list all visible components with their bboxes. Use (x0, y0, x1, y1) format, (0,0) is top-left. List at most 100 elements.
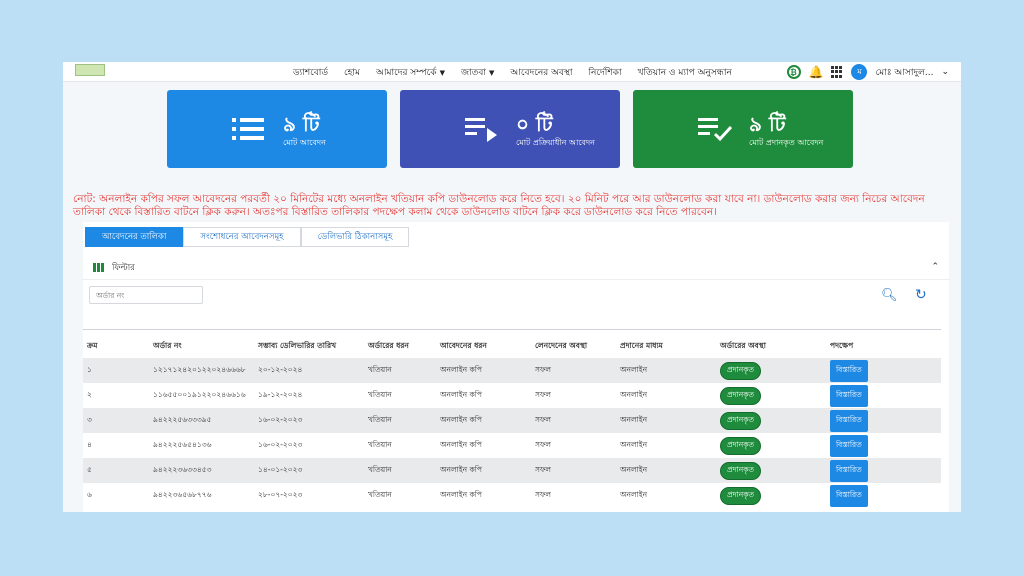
nav-application-status[interactable]: আবেদনের অবস্থা (510, 65, 572, 80)
cell-order-no: ৯৪২২২৫৬৩৩৩৯৫ (149, 408, 254, 433)
col-payment-method: প্রদানের মাধ্যম (620, 341, 663, 350)
cell-serial: ৬ (87, 489, 92, 499)
nav-about-label: আমাদের সম্পর্কে (376, 67, 437, 78)
cell-transaction-status: সফল (531, 358, 616, 383)
top-right-icons: ₿ 🔔 ম মোঃ আসাদুল... ⌄ (786, 63, 949, 81)
nav-services-label: জাতবা (460, 67, 487, 78)
cell-application-type: অনলাইন কপি (436, 458, 531, 483)
user-name[interactable]: মোঃ আসাদুল... (875, 65, 933, 80)
nav-khatian-map-search[interactable]: খতিয়ান ও ম্যাপ অনুসন্ধান (638, 65, 732, 80)
nav-dashboard[interactable]: ড্যাশবোর্ড (293, 65, 328, 80)
cell-payment-method: অনলাইন (616, 358, 716, 383)
table-row: ৩ ৯৪২২২৫৬৩৩৩৯৫ ১৬-০২-২০২৩ খতিয়ান অনলাইন… (83, 408, 941, 433)
cell-application-type: অনলাইন কপি (440, 489, 482, 499)
total-applications-label: মোট আবেদন (283, 138, 326, 147)
details-button[interactable]: বিস্তারিত (830, 384, 868, 407)
applications-panel: আবেদনের তালিকা সংশোধনের আবেদনসমূহ ডেলিভা… (83, 222, 949, 512)
cell-transaction-status: সফল (535, 489, 552, 499)
cell-order-no: ৯৪২২৩৬৫৬৮৭৭৬ (153, 489, 212, 499)
status-badge: প্রদানকৃত (720, 486, 762, 505)
details-button[interactable]: বিস্তারিত (830, 459, 868, 482)
search-icon[interactable]: 🔍︎ (881, 288, 898, 303)
status-badge: প্রদানকৃত (720, 461, 762, 480)
cell-serial: ৪ (87, 439, 92, 449)
delivered-applications-card[interactable]: ৯ টি মোট প্রদানকৃত আবেদন (633, 90, 853, 168)
table-row: ১ ১২১৭১২৪২০১২২০২৪৬৬৬৮ ২০-১২-২০২৪ খতিয়ান… (83, 358, 941, 383)
cell-delivery-date: ১৯-১২-২০২৪ (258, 389, 303, 399)
tab-application-list[interactable]: আবেদনের তালিকা (85, 227, 184, 247)
cell-application-type: অনলাইন কপি (436, 358, 531, 383)
status-badge: প্রদানকৃত (720, 436, 762, 455)
cell-serial: ৫ (83, 458, 149, 483)
cell-order-status: প্রদানকৃত (716, 408, 826, 433)
processing-applications-label: মোট প্রক্রিয়াধীন আবেদন (516, 138, 595, 147)
cell-delivery-date: ২৮-০৭-২০২৩ (258, 489, 303, 499)
cell-order-status: প্রদানকৃত (716, 458, 826, 483)
details-button[interactable]: বিস্তারিত (830, 484, 868, 507)
table-header-row: ক্রম অর্ডার নং সম্ভাব্য ডেলিভারির তারিখ … (83, 336, 941, 358)
cell-payment-method: অনলাইন (620, 439, 648, 449)
playlist-check-icon (698, 118, 732, 142)
refresh-icon[interactable]: ↻ (915, 287, 927, 303)
bell-icon[interactable]: 🔔 (809, 65, 824, 79)
cell-transaction-status: সফল (535, 439, 552, 449)
table-row: ২ ১১৬৫৫০০১৯১২২০২৪৬৬১৬ ১৯-১২-২০২৪ খতিয়ান… (83, 383, 941, 408)
cell-action: বিস্তারিত (826, 408, 941, 433)
cell-delivery-date: ২০-১২-২০২৪ (254, 358, 364, 383)
nav-home[interactable]: হোম (344, 65, 360, 80)
cell-transaction-status: সফল (531, 408, 616, 433)
cell-action: বিস্তারিত (826, 483, 941, 508)
cell-order-no: ৯৪২২২৫৬৫৪১৩৬ (153, 439, 212, 449)
tab-delivery-addresses[interactable]: ডেলিভারি ঠিকানাসমূহ (300, 227, 410, 247)
tab-correction-applications[interactable]: সংশোধনের আবেদনসমূহ (183, 227, 301, 247)
col-delivery-date: সম্ভাব্য ডেলিভারির তারিখ (258, 341, 337, 350)
cell-order-type: খতিয়ান (368, 439, 392, 449)
order-number-input[interactable] (89, 286, 203, 304)
cell-order-type: খতিয়ান (368, 389, 392, 399)
cell-order-no: ১১৬৫৫০০১৯১২২০২৪৬৬১৬ (153, 389, 246, 399)
site-logo[interactable] (75, 64, 105, 76)
status-badge: প্রদানকৃত (720, 386, 762, 405)
cell-order-status: প্রদানকৃত (716, 358, 826, 383)
cart-icon[interactable]: ₿ (786, 65, 801, 79)
cell-application-type: অনলাইন কপি (440, 439, 482, 449)
avatar[interactable]: ম (851, 64, 868, 80)
col-transaction-status: লেনদেনের অবস্থা (535, 341, 588, 350)
nav-guidelines[interactable]: নির্দেশিকা (588, 65, 621, 80)
cell-order-type: খতিয়ান (364, 408, 436, 433)
details-button[interactable]: বিস্তারিত (830, 434, 868, 457)
filter-header[interactable]: ফিল্টার ⌃ (83, 256, 949, 280)
details-button[interactable]: বিস্তারিত (830, 359, 868, 382)
table-row: ৬ ৯৪২২৩৬৫৬৮৭৭৬ ২৮-০৭-২০২৩ খতিয়ান অনলাইন… (83, 483, 941, 508)
cell-order-status: প্রদানকৃত (716, 433, 826, 458)
app-screen: ড্যাশবোর্ড হোম আমাদের সম্পর্কে ▼ জাতবা ▼ আ… (63, 62, 961, 512)
apps-grid-icon[interactable] (831, 66, 843, 78)
col-order-no: অর্ডার নং (153, 341, 182, 350)
top-navbar: ড্যাশবোর্ড হোম আমাদের সম্পর্কে ▼ জাতবা ▼ আ… (63, 62, 961, 82)
col-application-type: আবেদনের ধরন (440, 341, 487, 350)
nav-services[interactable]: জাতবা ▼ (461, 65, 494, 80)
cell-application-type: অনলাইন কপি (436, 408, 531, 433)
applications-table: ক্রম অর্ডার নং সম্ভাব্য ডেলিভারির তারিখ … (83, 336, 941, 508)
total-applications-card[interactable]: ৯ টি মোট আবেদন (167, 90, 387, 168)
details-button[interactable]: বিস্তারিত (830, 409, 868, 432)
cell-order-status: প্রদানকৃত (716, 383, 826, 408)
chevron-up-icon[interactable]: ⌃ (931, 262, 939, 272)
cell-application-type: অনলাইন কপি (440, 389, 482, 399)
cell-action: বিস্তারিত (826, 433, 941, 458)
cell-order-status: প্রদানকৃত (716, 483, 826, 508)
chevron-down-icon[interactable]: ⌄ (941, 67, 949, 77)
delivered-applications-label: মোট প্রদানকৃত আবেদন (749, 138, 824, 147)
cell-transaction-status: সফল (535, 389, 552, 399)
chevron-down-icon: ▼ (439, 68, 445, 77)
list-icon (232, 118, 264, 140)
processing-applications-card[interactable]: ০ টি মোট প্রক্রিয়াধীন আবেদন (400, 90, 620, 168)
col-order-type: অর্ডারের ধরন (368, 341, 409, 350)
nav-about[interactable]: আমাদের সম্পর্কে ▼ (376, 65, 445, 80)
filter-icon (93, 263, 104, 272)
col-serial: ক্রম (87, 341, 98, 350)
status-badge: প্রদানকৃত (720, 411, 762, 430)
cell-payment-method: অনলাইন (616, 408, 716, 433)
cell-payment-method: অনলাইন (620, 489, 648, 499)
cell-action: বিস্তারিত (826, 383, 941, 408)
